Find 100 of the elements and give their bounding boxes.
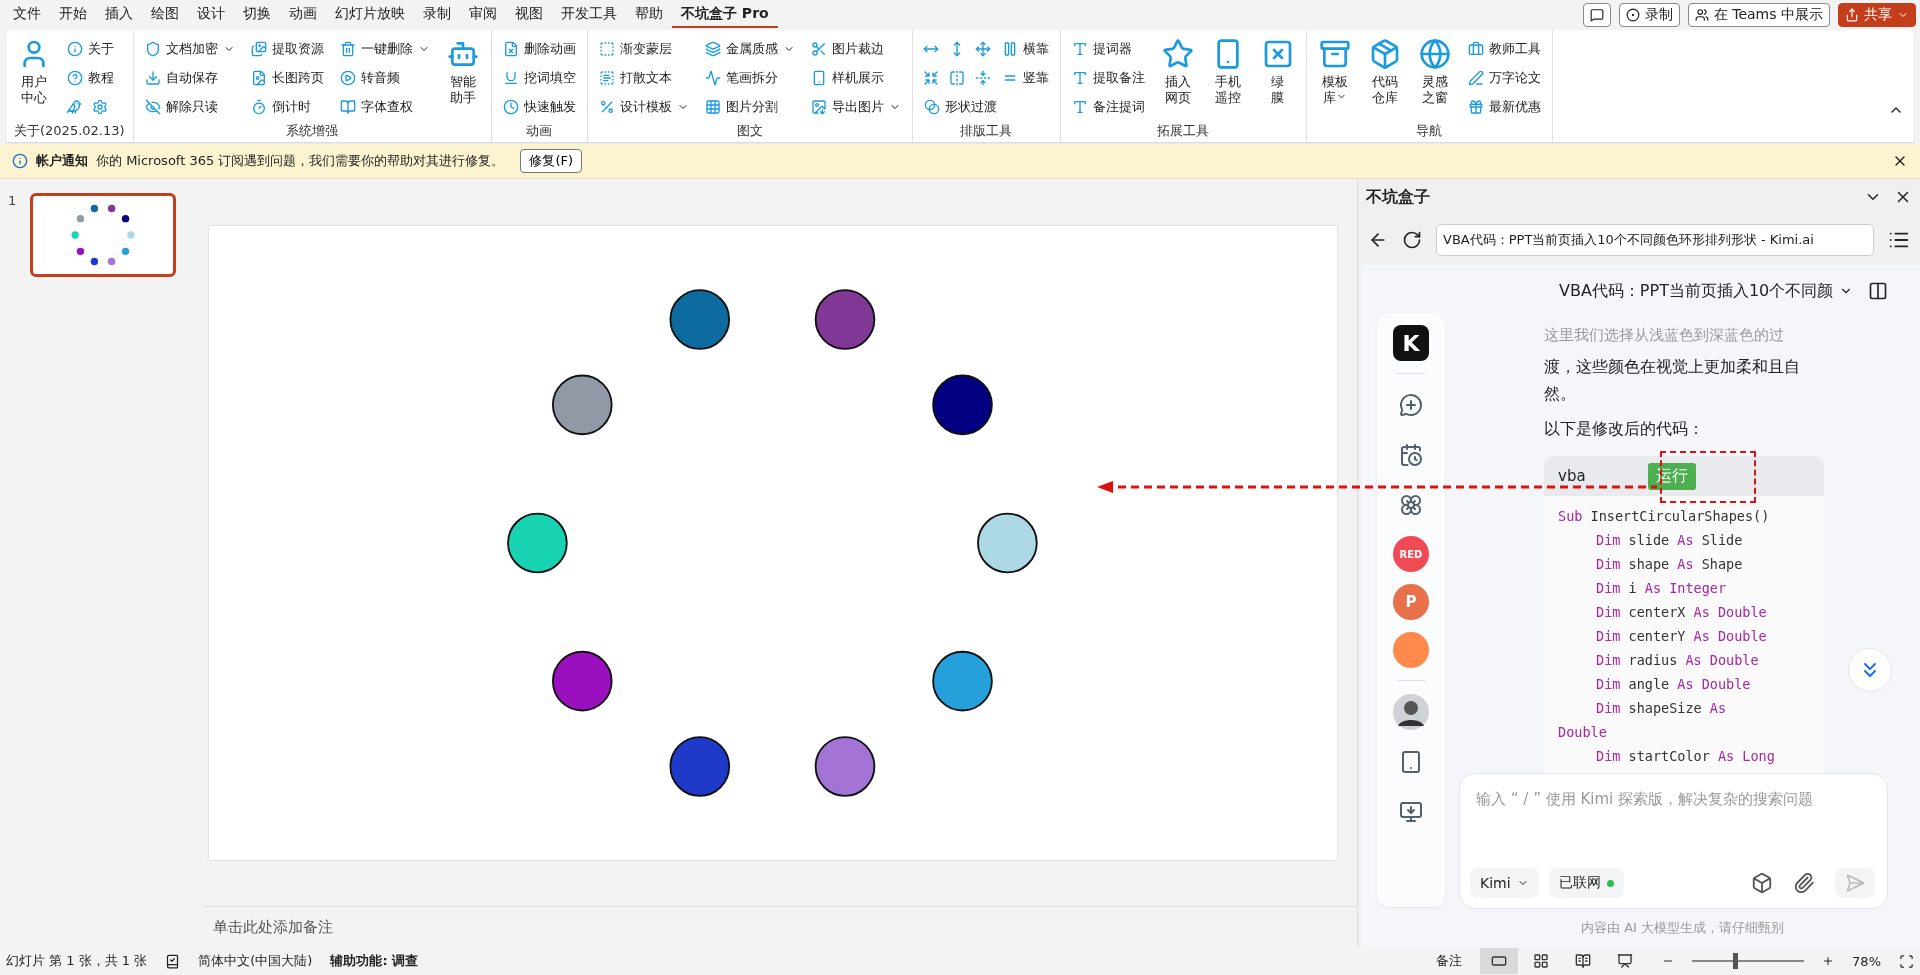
ribbon-large-button[interactable]: 智能 助手 bbox=[442, 36, 483, 122]
menu-tab[interactable]: 切换 bbox=[234, 2, 280, 28]
split-view-icon[interactable] bbox=[1868, 281, 1888, 301]
ribbon-button[interactable]: 提词器 bbox=[1068, 36, 1148, 61]
tool-icon bbox=[704, 98, 721, 115]
ribbon-large-button[interactable]: 绿 膜 bbox=[1257, 36, 1298, 122]
ribbon-button[interactable]: 一键删除 bbox=[336, 36, 433, 61]
spellcheck-icon[interactable] bbox=[165, 953, 181, 969]
ribbon-button[interactable]: 提取资源 bbox=[247, 36, 327, 61]
avatar[interactable] bbox=[1392, 693, 1430, 731]
chat-title[interactable]: VBA代码：PPT当前页插入10个不同颜 bbox=[1559, 280, 1834, 302]
accessibility-label[interactable]: 辅助功能: 调查 bbox=[330, 952, 419, 970]
menu-tab[interactable]: 幻灯片放映 bbox=[326, 2, 414, 28]
app-icon[interactable]: RED bbox=[1393, 536, 1429, 572]
ribbon-large-button[interactable]: 插入 网页 bbox=[1157, 36, 1198, 122]
ribbon-large-button[interactable]: 代码 仓库 bbox=[1364, 36, 1405, 122]
fit-icon[interactable] bbox=[1899, 953, 1914, 969]
ribbon-button[interactable]: 样机展示 bbox=[807, 65, 904, 90]
ribbon-button[interactable]: 自动保存 bbox=[141, 65, 238, 90]
ribbon-large-button[interactable]: 灵感 之窗 bbox=[1414, 36, 1455, 122]
ribbon-button[interactable]: 图片裁边 bbox=[807, 36, 904, 61]
notes-toggle[interactable]: 备注 bbox=[1436, 952, 1463, 970]
group-title: 关于(2025.02.13) bbox=[14, 122, 125, 140]
ribbon-button[interactable]: 备注提词 bbox=[1068, 94, 1148, 119]
fix-button[interactable]: 修复(F) bbox=[520, 149, 582, 173]
tool-icon bbox=[1467, 69, 1484, 86]
panel-title: 不坑盒子 bbox=[1366, 186, 1431, 208]
menu-tab[interactable]: 文件 bbox=[4, 2, 50, 28]
tool-icon bbox=[810, 98, 827, 115]
tool-icon bbox=[339, 98, 356, 115]
record-button[interactable]: 录制 bbox=[1618, 3, 1680, 27]
reading-view-icon bbox=[1575, 953, 1592, 969]
menu-tab[interactable]: 审阅 bbox=[460, 2, 506, 28]
ribbon-button[interactable]: 图片分割 bbox=[701, 94, 798, 119]
menu-tab[interactable]: 帮助 bbox=[626, 2, 672, 28]
menu-tab[interactable]: 绘图 bbox=[142, 2, 188, 28]
ribbon-button[interactable]: 金属质感 bbox=[701, 36, 798, 61]
ribbon-button[interactable]: 形状过渡 bbox=[920, 94, 1052, 119]
menu-tab[interactable]: 视图 bbox=[506, 2, 552, 28]
ribbon-large-button[interactable]: 手机 遥控 bbox=[1207, 36, 1248, 122]
ribbon-button[interactable]: 长图跨页 bbox=[247, 65, 327, 90]
tool-icon bbox=[1467, 98, 1484, 115]
share-button[interactable]: 共享 bbox=[1838, 3, 1916, 27]
ribbon-button[interactable]: 快速触发 bbox=[499, 94, 579, 119]
network-toggle[interactable]: 已联网 bbox=[1548, 868, 1624, 898]
ribbon-button[interactable]: 提取备注 bbox=[1068, 65, 1148, 90]
tool-icon bbox=[598, 98, 615, 115]
menu-tab[interactable]: 不坑盒子 Pro bbox=[672, 2, 778, 28]
cube-icon[interactable] bbox=[1751, 872, 1773, 894]
ribbon-button[interactable]: 教程 bbox=[64, 65, 117, 90]
menu-tab[interactable]: 录制 bbox=[414, 2, 460, 28]
scroll-down-button[interactable] bbox=[1848, 648, 1892, 692]
tool-icon bbox=[1071, 69, 1088, 86]
ribbon-button[interactable]: 万字论文 bbox=[1464, 65, 1544, 90]
tool-icon bbox=[502, 69, 519, 86]
menu-tab[interactable]: 开发工具 bbox=[552, 2, 626, 28]
zoom-in-icon[interactable] bbox=[1822, 955, 1835, 967]
menu-tab[interactable]: 插入 bbox=[96, 2, 142, 28]
view-button[interactable] bbox=[1480, 948, 1519, 974]
comment-button[interactable] bbox=[1582, 3, 1611, 27]
ribbon-button[interactable]: 转音频 bbox=[336, 65, 433, 90]
ribbon-button[interactable]: 字体查权 bbox=[336, 94, 433, 119]
attach-icon[interactable] bbox=[1793, 872, 1815, 894]
tool-icon bbox=[339, 40, 356, 57]
code-line: Dim startColor As Long bbox=[1595, 747, 1776, 766]
teams-button[interactable]: 在 Teams 中展示 bbox=[1687, 3, 1830, 27]
menu-tab[interactable]: 开始 bbox=[50, 2, 96, 28]
ribbon-button[interactable]: 设计模板 bbox=[595, 94, 692, 119]
ribbon-button[interactable]: 导出图片 bbox=[807, 94, 904, 119]
ribbon-button[interactable]: 解除只读 bbox=[141, 94, 238, 119]
ribbon-button[interactable]: 挖词填空 bbox=[499, 65, 579, 90]
ribbon-button[interactable]: 横靠 bbox=[998, 36, 1052, 61]
url-field[interactable]: VBA代码：PPT当前页插入10个不同颜色环形排列形状 - Kimi.ai bbox=[1436, 224, 1874, 256]
ribbon-button[interactable]: 竖靠 bbox=[998, 65, 1052, 90]
code-line: Dim shapeSize As bbox=[1595, 699, 1728, 718]
ribbon-button[interactable]: 渐变蒙层 bbox=[595, 36, 692, 61]
chat-input[interactable]: 输入 “ / ” 使用 Kimi 探索版，解决复杂的搜索问题 Kimi 已联网 bbox=[1459, 773, 1888, 909]
ribbon-button[interactable]: 倒计时 bbox=[247, 94, 327, 119]
ribbon-large-button[interactable]: 用户 中心 bbox=[14, 36, 54, 122]
language-label[interactable]: 简体中文(中国大陆) bbox=[198, 952, 313, 970]
notes-placeholder[interactable]: 单击此处添加备注 bbox=[213, 917, 333, 937]
tool-icon bbox=[339, 69, 356, 86]
menu-tab[interactable]: 设计 bbox=[188, 2, 234, 28]
tool-icon bbox=[1467, 40, 1484, 57]
zoom-level[interactable]: 78% bbox=[1852, 953, 1881, 969]
ribbon-button[interactable]: 关于 bbox=[64, 36, 117, 61]
ribbon-button[interactable]: 删除动画 bbox=[499, 36, 579, 61]
ribbon-large-button[interactable]: 模板 库 bbox=[1314, 36, 1355, 122]
ribbon-button[interactable]: 教师工具 bbox=[1464, 36, 1544, 61]
slide-thumbnail[interactable] bbox=[30, 193, 177, 277]
tool-icon bbox=[144, 40, 161, 57]
ribbon-button[interactable]: 文档加密 bbox=[141, 36, 238, 61]
ribbon-button[interactable]: 打散文本 bbox=[595, 65, 692, 90]
menu-tab[interactable]: 动画 bbox=[280, 2, 326, 28]
ribbon-button[interactable]: 最新优惠 bbox=[1464, 94, 1544, 119]
code-line: Sub InsertCircularShapes() bbox=[1558, 507, 1771, 526]
kimi-logo[interactable]: K bbox=[1393, 325, 1429, 361]
model-dropdown[interactable]: Kimi bbox=[1470, 868, 1539, 898]
refresh-icon[interactable] bbox=[1402, 230, 1422, 250]
ribbon-button[interactable]: 笔画拆分 bbox=[701, 65, 798, 90]
